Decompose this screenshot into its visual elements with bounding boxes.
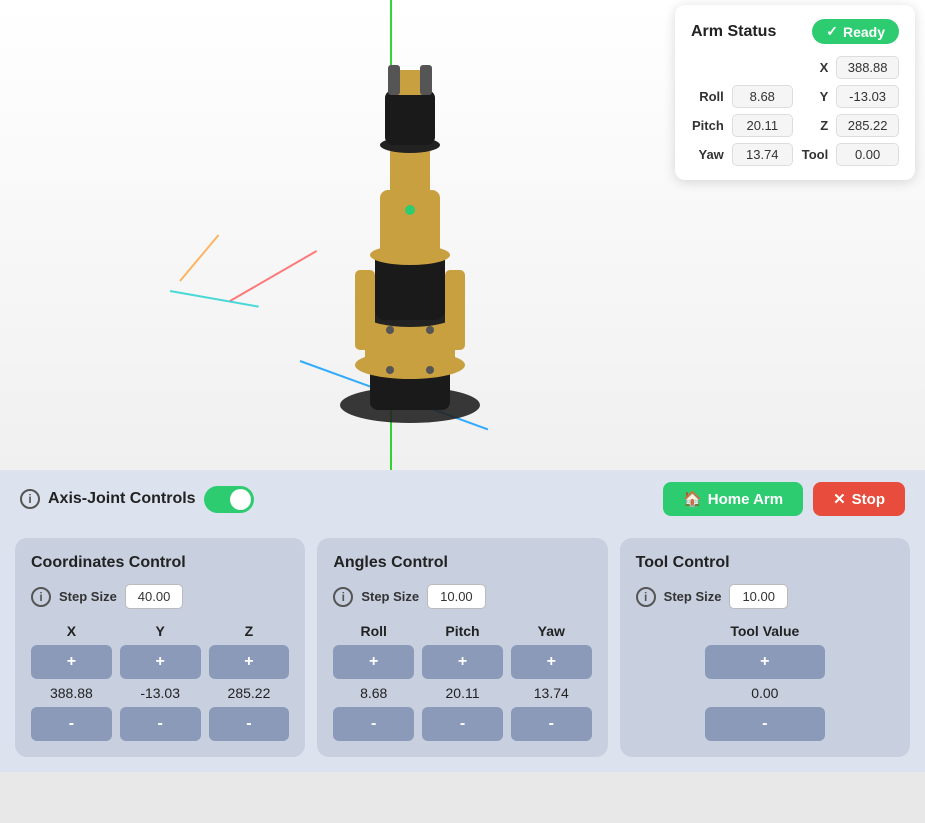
tool-minus-button[interactable]: - xyxy=(705,707,825,741)
roll-plus-button[interactable]: + xyxy=(333,645,414,679)
z-axis-header: Z xyxy=(245,623,254,639)
tool-plus-button[interactable]: + xyxy=(705,645,825,679)
stop-icon: ✕ xyxy=(833,490,846,508)
angles-title: Angles Control xyxy=(333,554,591,572)
yaw-label: Yaw xyxy=(691,147,724,162)
tool-col: Tool Value + 0.00 - xyxy=(705,623,825,741)
axis-joint-info-icon[interactable]: i xyxy=(20,489,40,509)
angles-axes: Roll + 8.68 - Pitch + 20.11 - Yaw + 13.7… xyxy=(333,623,591,741)
tool-title: Tool Control xyxy=(636,554,894,572)
tool-step-value: 10.00 xyxy=(729,584,788,609)
z-label: Z xyxy=(801,118,828,133)
x-value: 388.88 xyxy=(836,56,899,79)
roll-col: Roll + 8.68 - xyxy=(333,623,414,741)
z-value: 285.22 xyxy=(836,114,899,137)
axis-joint-label: Axis-Joint Controls xyxy=(48,490,196,508)
pitch-plus-button[interactable]: + xyxy=(422,645,503,679)
yaw-plus-button[interactable]: + xyxy=(511,645,592,679)
tool-step-row: i Step Size 10.00 xyxy=(636,584,894,609)
roll-value: 8.68 xyxy=(360,685,387,701)
y-value: -13.03 xyxy=(836,85,899,108)
z-axis-value: 285.22 xyxy=(228,685,271,701)
angles-step-value: 10.00 xyxy=(427,584,486,609)
pitch-col: Pitch + 20.11 - xyxy=(422,623,503,741)
x-label: X xyxy=(801,60,828,75)
pitch-label: Pitch xyxy=(691,118,724,133)
y-axis-value: -13.03 xyxy=(140,685,180,701)
robot-arm-visual xyxy=(250,50,570,430)
roll-minus-button[interactable]: - xyxy=(333,707,414,741)
coordinates-info-icon[interactable]: i xyxy=(31,587,51,607)
y-axis-header: Y xyxy=(156,623,165,639)
roll-label: Roll xyxy=(691,89,724,104)
z-plus-button[interactable]: + xyxy=(209,645,290,679)
pitch-value: 20.11 xyxy=(446,685,480,701)
pitch-header: Pitch xyxy=(445,623,479,639)
coordinates-axes: X + 388.88 - Y + -13.03 - Z + 285.22 - xyxy=(31,623,289,741)
coordinates-title: Coordinates Control xyxy=(31,554,289,572)
status-label: Ready xyxy=(843,24,885,40)
check-icon: ✓ xyxy=(826,23,838,40)
controls-bar: i Axis-Joint Controls 🏠 Home Arm ✕ Stop xyxy=(0,470,925,528)
arm-status-header: Arm Status ✓ Ready xyxy=(691,19,899,44)
roll-header: Roll xyxy=(360,623,386,639)
yaw-minus-button[interactable]: - xyxy=(511,707,592,741)
yaw-header: Yaw xyxy=(538,623,565,639)
home-icon: 🏠 xyxy=(683,490,702,508)
x-minus-button[interactable]: - xyxy=(31,707,112,741)
coordinates-panel: Coordinates Control i Step Size 40.00 X … xyxy=(15,538,305,757)
tool-current-value: 0.00 xyxy=(751,685,778,701)
angles-panel: Angles Control i Step Size 10.00 Roll + … xyxy=(317,538,607,757)
tool-info-icon[interactable]: i xyxy=(636,587,656,607)
angles-step-row: i Step Size 10.00 xyxy=(333,584,591,609)
tool-status-value: 0.00 xyxy=(836,143,899,166)
axis-line-orange xyxy=(179,234,219,281)
pitch-minus-button[interactable]: - xyxy=(422,707,503,741)
arm-status-title: Arm Status xyxy=(691,23,776,41)
tool-panel: Tool Control i Step Size 10.00 Tool Valu… xyxy=(620,538,910,757)
panels-area: Coordinates Control i Step Size 40.00 X … xyxy=(0,528,925,772)
yaw-value: 13.74 xyxy=(732,143,793,166)
z-minus-button[interactable]: - xyxy=(209,707,290,741)
home-arm-button[interactable]: 🏠 Home Arm xyxy=(663,482,803,516)
tool-axes: Tool Value + 0.00 - xyxy=(636,623,894,741)
arm-status-grid: X 388.88 Roll 8.68 Y -13.03 Pitch 20.11 … xyxy=(691,56,899,166)
x-plus-button[interactable]: + xyxy=(31,645,112,679)
yaw-value: 13.74 xyxy=(534,685,569,701)
tool-label: Tool xyxy=(801,147,828,162)
x-axis-col: X + 388.88 - xyxy=(31,623,112,741)
controls-left: i Axis-Joint Controls xyxy=(20,486,254,513)
tool-value-header: Tool Value xyxy=(730,623,799,639)
angles-info-icon[interactable]: i xyxy=(333,587,353,607)
coordinates-step-value: 40.00 xyxy=(125,584,184,609)
angles-step-label: Step Size xyxy=(361,589,419,604)
yaw-col: Yaw + 13.74 - xyxy=(511,623,592,741)
controls-right: 🏠 Home Arm ✕ Stop xyxy=(663,482,905,516)
y-plus-button[interactable]: + xyxy=(120,645,201,679)
arm-status-panel: Arm Status ✓ Ready X 388.88 Roll 8.68 Y … xyxy=(675,5,915,180)
stop-button[interactable]: ✕ Stop xyxy=(813,482,905,516)
pitch-value: 20.11 xyxy=(732,114,793,137)
z-axis-col: Z + 285.22 - xyxy=(209,623,290,741)
roll-value: 8.68 xyxy=(732,85,793,108)
coordinates-step-row: i Step Size 40.00 xyxy=(31,584,289,609)
tool-step-label: Step Size xyxy=(664,589,722,604)
axis-joint-toggle[interactable] xyxy=(204,486,254,513)
y-minus-button[interactable]: - xyxy=(120,707,201,741)
x-axis-value: 388.88 xyxy=(50,685,93,701)
y-axis-col: Y + -13.03 - xyxy=(120,623,201,741)
coordinates-step-label: Step Size xyxy=(59,589,117,604)
x-axis-header: X xyxy=(67,623,76,639)
y-label: Y xyxy=(801,89,828,104)
viewport: Arm Status ✓ Ready X 388.88 Roll 8.68 Y … xyxy=(0,0,925,470)
status-badge: ✓ Ready xyxy=(812,19,899,44)
